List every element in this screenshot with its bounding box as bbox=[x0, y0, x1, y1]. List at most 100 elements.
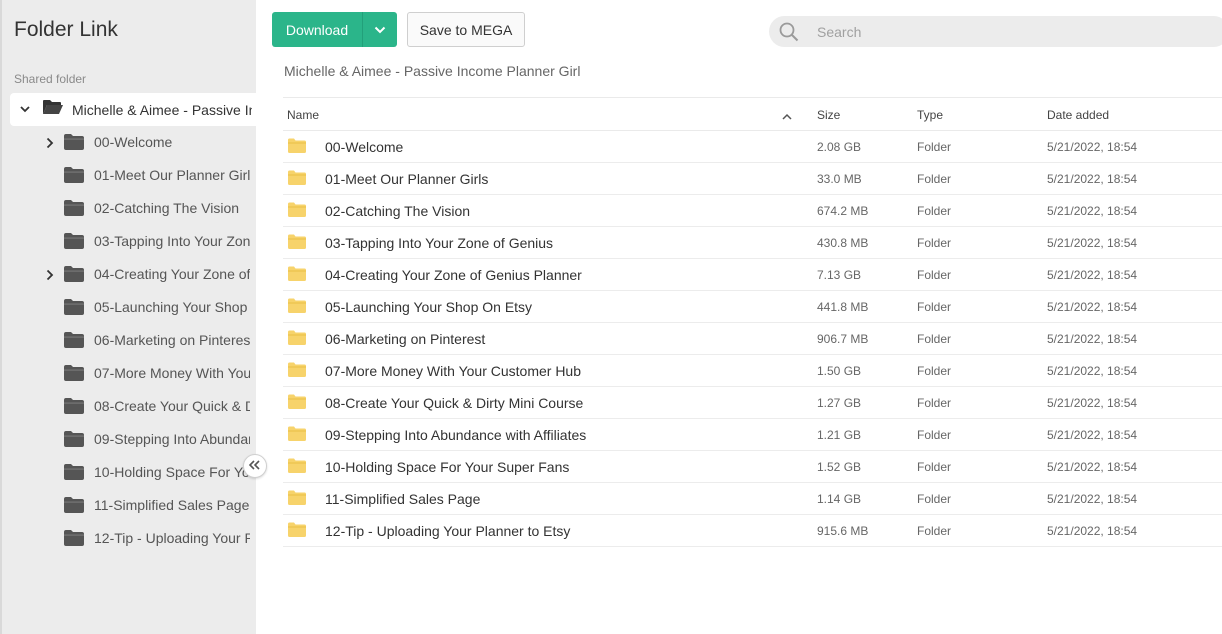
column-header-type[interactable]: Type bbox=[917, 108, 943, 122]
download-button[interactable]: Download bbox=[272, 12, 397, 47]
table-row[interactable]: 08-Create Your Quick & Dirty Mini Course… bbox=[283, 387, 1222, 419]
row-type: Folder bbox=[917, 300, 952, 314]
folder-icon bbox=[288, 490, 306, 510]
row-date: 5/21/2022, 18:54 bbox=[1047, 172, 1138, 186]
table-row[interactable]: 00-Welcome 2.08 GB Folder 5/21/2022, 18:54 bbox=[283, 131, 1222, 163]
sidebar-folder-label: 11-Simplified Sales Page bbox=[94, 497, 250, 513]
table-header: Name Size Type Date added bbox=[283, 97, 1222, 131]
folder-icon bbox=[64, 431, 84, 452]
folder-icon bbox=[64, 200, 84, 221]
collapse-sidebar-button[interactable] bbox=[243, 454, 267, 478]
row-size: 430.8 MB bbox=[817, 236, 869, 250]
sidebar-folder-label: 01-Meet Our Planner Girls bbox=[94, 167, 250, 183]
table-row[interactable]: 10-Holding Space For Your Super Fans 1.52… bbox=[283, 451, 1222, 483]
chevron-down-icon bbox=[374, 21, 386, 39]
folder-icon bbox=[288, 426, 306, 446]
row-type: Folder bbox=[917, 524, 952, 538]
table-row[interactable]: 04-Creating Your Zone of Genius Planner 7… bbox=[283, 259, 1222, 291]
folder-icon bbox=[288, 362, 306, 382]
sidebar-folder-item[interactable]: 09-Stepping Into Abundance with Affiliat… bbox=[2, 423, 256, 456]
folder-icon bbox=[288, 330, 306, 350]
sidebar-folder-label: 02-Catching The Vision bbox=[94, 200, 240, 216]
folder-icon bbox=[64, 332, 84, 353]
row-type: Folder bbox=[917, 428, 952, 442]
table-row[interactable]: 06-Marketing on Pinterest 906.7 MB Folder 5… bbox=[283, 323, 1222, 355]
folder-icon bbox=[288, 202, 306, 222]
row-size: 1.14 GB bbox=[817, 492, 862, 506]
row-type: Folder bbox=[917, 140, 952, 154]
row-date: 5/21/2022, 18:54 bbox=[1047, 268, 1138, 282]
search-icon bbox=[779, 22, 799, 42]
table-row[interactable]: 09-Stepping Into Abundance with Affiliat… bbox=[283, 419, 1222, 451]
row-type: Folder bbox=[917, 396, 952, 410]
sidebar-folder-item[interactable]: 03-Tapping Into Your Zone of Genius bbox=[2, 225, 256, 258]
row-type: Folder bbox=[917, 204, 952, 218]
sidebar-folder-item[interactable]: 01-Meet Our Planner Girls bbox=[2, 159, 256, 192]
sidebar-folder-label: 10-Holding Space For Your Super Fans bbox=[94, 464, 250, 480]
row-size: 1.50 GB bbox=[817, 364, 862, 378]
folder-icon bbox=[288, 266, 306, 286]
table-row[interactable]: 02-Catching The Vision 674.2 MB Folder 5/21… bbox=[283, 195, 1222, 227]
sidebar-folder-item[interactable]: 02-Catching The Vision bbox=[2, 192, 256, 225]
table-row[interactable]: 01-Meet Our Planner Girls 33.0 MB Folder 5/… bbox=[283, 163, 1222, 195]
file-table: Name Size Type Date added 00-Welcome 2.08… bbox=[256, 97, 1222, 547]
save-to-mega-button[interactable]: Save to MEGA bbox=[407, 12, 525, 47]
folder-icon bbox=[64, 497, 84, 518]
row-size: 1.21 GB bbox=[817, 428, 862, 442]
row-name: 00-Welcome bbox=[325, 139, 404, 155]
sidebar-folder-item[interactable]: 10-Holding Space For Your Super Fans bbox=[2, 456, 256, 489]
row-date: 5/21/2022, 18:54 bbox=[1047, 396, 1138, 410]
folder-icon bbox=[64, 299, 84, 320]
sidebar-folder-label: 12-Tip - Uploading Your Planner to Etsy bbox=[94, 530, 250, 546]
row-size: 674.2 MB bbox=[817, 204, 869, 218]
table-row[interactable]: 05-Launching Your Shop On Etsy 441.8 MB Fo… bbox=[283, 291, 1222, 323]
row-size: 1.27 GB bbox=[817, 396, 862, 410]
folder-icon bbox=[64, 134, 84, 155]
sidebar-folder-item[interactable]: 11-Simplified Sales Page bbox=[2, 489, 256, 522]
shared-folder-label: Shared folder bbox=[14, 72, 87, 86]
search-input[interactable] bbox=[817, 23, 1197, 40]
row-name: 11-Simplified Sales Page bbox=[325, 491, 481, 507]
folder-icon bbox=[64, 398, 84, 419]
row-name: 06-Marketing on Pinterest bbox=[325, 331, 486, 347]
table-body: 00-Welcome 2.08 GB Folder 5/21/2022, 18:54 0… bbox=[256, 131, 1222, 547]
folder-icon bbox=[288, 170, 306, 190]
open-folder-icon bbox=[42, 99, 64, 120]
sidebar-folder-item[interactable]: 05-Launching Your Shop On Etsy bbox=[2, 291, 256, 324]
breadcrumb[interactable]: Michelle & Aimee - Passive Income Planne… bbox=[284, 63, 580, 79]
folder-icon bbox=[288, 522, 306, 542]
row-date: 5/21/2022, 18:54 bbox=[1047, 428, 1138, 442]
sidebar-folder-label: 00-Welcome bbox=[94, 134, 173, 150]
folder-icon bbox=[288, 394, 306, 414]
chevron-right-icon[interactable] bbox=[44, 136, 56, 150]
sidebar-folder-item[interactable]: 04-Creating Your Zone of Genius Planner bbox=[2, 258, 256, 291]
table-row[interactable]: 07-More Money With Your Customer Hub 1.50… bbox=[283, 355, 1222, 387]
sidebar-folder-item[interactable]: 12-Tip - Uploading Your Planner to Etsy bbox=[2, 522, 256, 555]
column-header-date[interactable]: Date added bbox=[1047, 108, 1109, 122]
sidebar-folder-item[interactable]: 07-More Money With Your Customer Hub bbox=[2, 357, 256, 390]
table-row[interactable]: 12-Tip - Uploading Your Planner to Etsy 9… bbox=[283, 515, 1222, 547]
folder-icon bbox=[64, 464, 84, 485]
tree-root-item[interactable]: Michelle & Aimee - Passive Income Planne… bbox=[10, 93, 256, 126]
row-size: 906.7 MB bbox=[817, 332, 869, 346]
column-header-size[interactable]: Size bbox=[817, 108, 840, 122]
row-name: 04-Creating Your Zone of Genius Planner bbox=[325, 267, 582, 283]
sidebar-folder-label: 08-Create Your Quick & Dirty Mini Course bbox=[94, 398, 250, 414]
row-date: 5/21/2022, 18:54 bbox=[1047, 524, 1138, 538]
sidebar-folder-item[interactable]: 00-Welcome bbox=[2, 126, 256, 159]
chevron-up-icon[interactable] bbox=[782, 109, 792, 123]
search-bar[interactable] bbox=[769, 16, 1222, 47]
sidebar-folder-item[interactable]: 06-Marketing on Pinterest bbox=[2, 324, 256, 357]
download-options-button[interactable] bbox=[363, 12, 397, 47]
row-date: 5/21/2022, 18:54 bbox=[1047, 332, 1138, 346]
folder-icon bbox=[288, 138, 306, 158]
table-row[interactable]: 03-Tapping Into Your Zone of Genius 430.8… bbox=[283, 227, 1222, 259]
chevron-down-icon[interactable] bbox=[18, 106, 32, 113]
row-date: 5/21/2022, 18:54 bbox=[1047, 204, 1138, 218]
folder-link-app: Folder Link Shared folder Michelle & Aim… bbox=[0, 0, 1222, 634]
table-row[interactable]: 11-Simplified Sales Page 1.14 GB Folder 5/2… bbox=[283, 483, 1222, 515]
sidebar-folder-item[interactable]: 08-Create Your Quick & Dirty Mini Course bbox=[2, 390, 256, 423]
column-header-name[interactable]: Name bbox=[287, 108, 319, 122]
row-date: 5/21/2022, 18:54 bbox=[1047, 236, 1138, 250]
chevron-right-icon[interactable] bbox=[44, 268, 56, 282]
